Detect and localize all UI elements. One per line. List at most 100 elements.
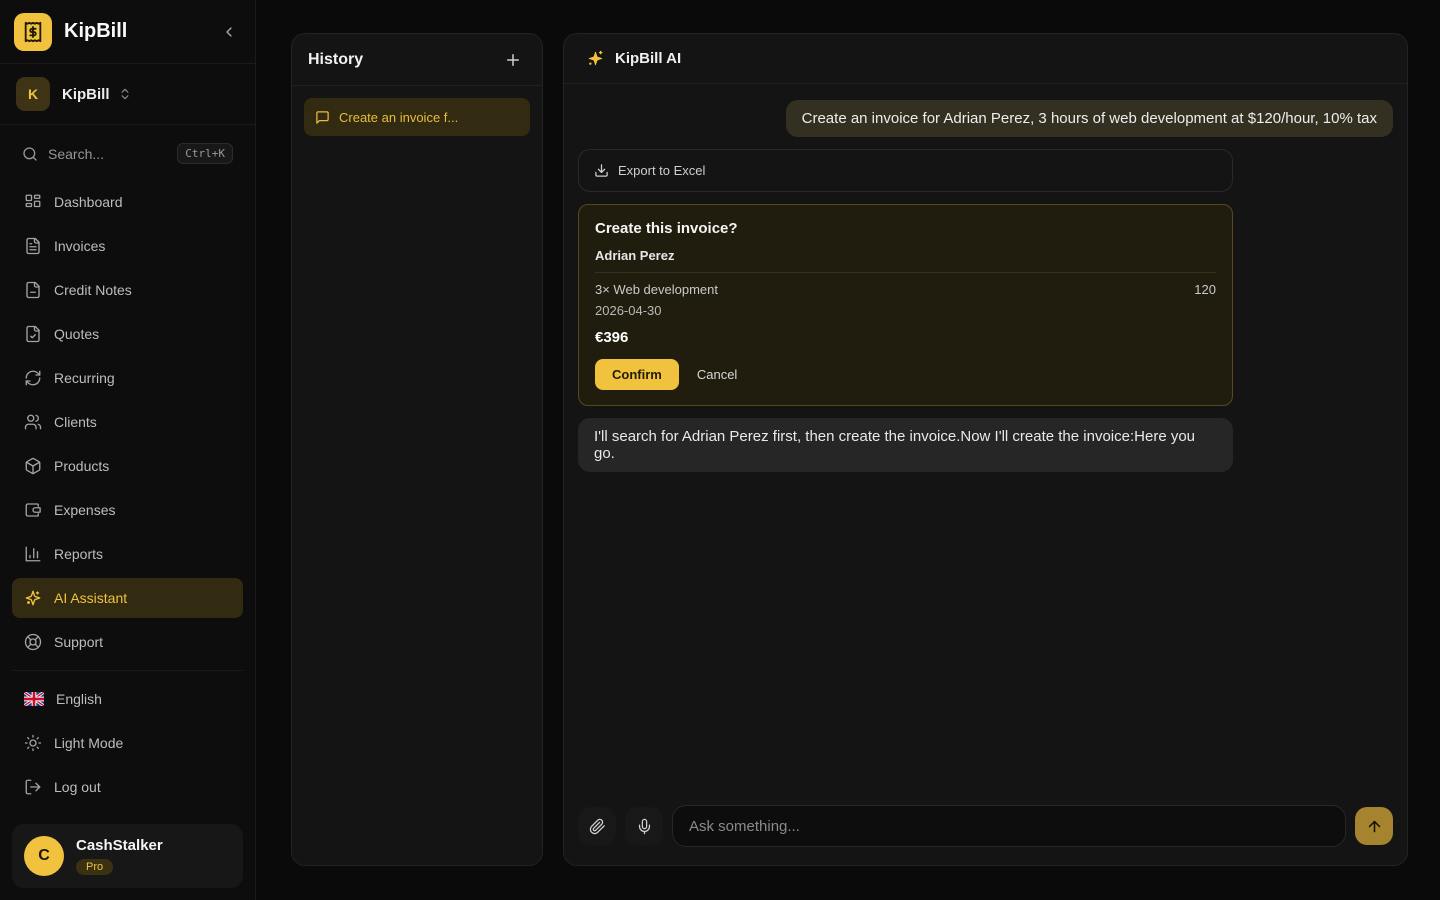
avatar: C <box>24 836 64 876</box>
sidebar-item-invoices[interactable]: Invoices <box>12 226 243 266</box>
logout-icon <box>24 778 42 796</box>
sidebar-item-credit-notes[interactable]: Credit Notes <box>12 270 243 310</box>
sidebar-item-recurring[interactable]: Recurring <box>12 358 243 398</box>
search-shortcut-badge: Ctrl+K <box>177 143 233 164</box>
message-list: Create an invoice for Adrian Perez, 3 ho… <box>564 84 1407 793</box>
send-button[interactable] <box>1355 807 1393 845</box>
main-content: History Create an invoice f... <box>256 0 1440 900</box>
logout-button[interactable]: Log out <box>12 767 243 807</box>
plus-icon <box>504 51 522 69</box>
sidebar-item-label: Dashboard <box>54 194 123 210</box>
chat-header: KipBill AI <box>564 34 1407 84</box>
sidebar-header: KipBill <box>0 0 255 64</box>
invoice-confirmation-card: Create this invoice? Adrian Perez 3× Web… <box>578 204 1233 406</box>
assistant-message-bubble: I'll search for Adrian Perez first, then… <box>578 418 1233 472</box>
user-message-bubble: Create an invoice for Adrian Perez, 3 ho… <box>786 100 1393 137</box>
sidebar-item-clients[interactable]: Clients <box>12 402 243 442</box>
sidebar-collapse-button[interactable] <box>217 20 241 44</box>
sidebar-item-label: Invoices <box>54 238 105 254</box>
user-profile-card[interactable]: C CashStalker Pro <box>12 824 243 888</box>
sun-icon <box>24 734 42 752</box>
sidebar-item-label: AI Assistant <box>54 590 127 606</box>
sidebar-item-quotes[interactable]: Quotes <box>12 314 243 354</box>
attach-file-button[interactable] <box>578 807 616 845</box>
paperclip-icon <box>589 818 606 835</box>
message-composer <box>564 793 1407 865</box>
new-chat-button[interactable] <box>500 47 526 73</box>
refresh-icon <box>24 369 42 387</box>
invoice-due-date: 2026-04-30 <box>595 303 1216 318</box>
export-to-excel-button[interactable]: Export to Excel <box>578 149 1233 192</box>
file-minus-icon <box>24 281 42 299</box>
workspace-avatar: K <box>16 77 50 111</box>
sparkles-icon <box>586 49 605 68</box>
user-name: CashStalker <box>76 837 163 854</box>
search-trigger[interactable]: Search... Ctrl+K <box>14 137 241 170</box>
sidebar-item-label: Credit Notes <box>54 282 132 298</box>
sidebar-item-support[interactable]: Support <box>12 622 243 662</box>
microphone-icon <box>636 818 653 835</box>
invoice-card-actions: Confirm Cancel <box>595 359 1216 390</box>
search-icon <box>22 146 38 162</box>
voice-input-button[interactable] <box>625 807 663 845</box>
invoice-file-icon <box>24 237 42 255</box>
sidebar-item-label: Quotes <box>54 326 99 342</box>
invoice-line-item: 3× Web development 120 <box>595 282 1216 297</box>
sidebar-item-label: Products <box>54 458 109 474</box>
chevrons-up-down-icon <box>118 87 132 101</box>
app-title: KipBill <box>64 20 127 43</box>
sidebar-item-dashboard[interactable]: Dashboard <box>12 182 243 222</box>
invoice-item-value: 120 <box>1194 282 1216 297</box>
sidebar-item-label: Clients <box>54 414 97 430</box>
theme-toggle-label: Light Mode <box>54 735 123 751</box>
logout-label: Log out <box>54 779 101 795</box>
search-placeholder-text: Search... <box>48 146 104 162</box>
receipt-dollar-icon <box>22 21 44 43</box>
life-buoy-icon <box>24 633 42 651</box>
app-logo <box>14 13 52 51</box>
sidebar-item-products[interactable]: Products <box>12 446 243 486</box>
confirm-button[interactable]: Confirm <box>595 359 679 390</box>
invoice-total: €396 <box>595 329 1216 346</box>
sidebar-divider <box>12 670 243 671</box>
dashboard-icon <box>24 193 42 211</box>
sidebar-item-reports[interactable]: Reports <box>12 534 243 574</box>
language-selector[interactable]: English <box>12 679 243 719</box>
history-list-item[interactable]: Create an invoice f... <box>304 98 530 136</box>
arrow-up-icon <box>1366 818 1383 835</box>
history-header: History <box>292 34 542 86</box>
invoice-item-label: 3× Web development <box>595 282 718 297</box>
sidebar-item-label: Expenses <box>54 502 115 518</box>
package-icon <box>24 457 42 475</box>
export-label: Export to Excel <box>618 163 705 178</box>
invoice-client-name: Adrian Perez <box>595 248 1216 273</box>
sparkles-icon <box>24 589 42 607</box>
history-panel: History Create an invoice f... <box>291 33 543 866</box>
uk-flag-icon <box>24 692 44 706</box>
sidebar-item-ai-assistant[interactable]: AI Assistant <box>12 578 243 618</box>
sidebar-item-label: Support <box>54 634 103 650</box>
workspace-name: KipBill <box>62 86 110 103</box>
language-label: English <box>56 691 102 707</box>
sidebar-item-expenses[interactable]: Expenses <box>12 490 243 530</box>
sidebar-item-label: Reports <box>54 546 103 562</box>
user-info: CashStalker Pro <box>76 837 163 875</box>
chat-input[interactable] <box>672 805 1346 847</box>
history-list: Create an invoice f... <box>292 86 542 148</box>
sidebar-nav: Dashboard Invoices Credit Notes Quotes R… <box>0 176 255 811</box>
history-title: History <box>308 51 363 69</box>
sidebar: KipBill K KipBill Search... Ctrl+K <box>0 0 256 900</box>
cancel-button[interactable]: Cancel <box>697 367 737 382</box>
user-message-row: Create an invoice for Adrian Perez, 3 ho… <box>578 100 1393 137</box>
chat-panel: KipBill AI Create an invoice for Adrian … <box>563 33 1408 866</box>
theme-toggle[interactable]: Light Mode <box>12 723 243 763</box>
app-root: KipBill K KipBill Search... Ctrl+K <box>0 0 1440 900</box>
users-icon <box>24 413 42 431</box>
workspace-switcher[interactable]: K KipBill <box>0 64 255 125</box>
download-icon <box>594 163 609 178</box>
chat-bubble-icon <box>315 110 330 125</box>
file-check-icon <box>24 325 42 343</box>
invoice-card-title: Create this invoice? <box>595 220 1216 237</box>
plan-badge: Pro <box>76 859 113 875</box>
bar-chart-icon <box>24 545 42 563</box>
